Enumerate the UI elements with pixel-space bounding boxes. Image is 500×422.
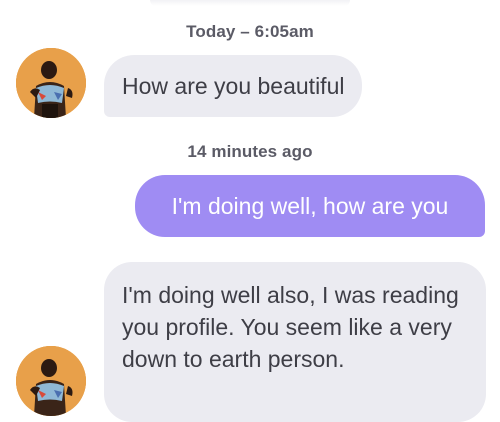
avatar-photo-icon [16, 346, 86, 416]
sender-avatar[interactable] [16, 346, 86, 416]
avatar-photo-icon [16, 48, 86, 118]
incoming-message-bubble[interactable]: I'm doing well also, I was reading you p… [104, 262, 486, 422]
outgoing-message-bubble[interactable]: I'm doing well, how are you [135, 175, 485, 237]
sender-avatar[interactable] [16, 48, 86, 118]
incoming-message-bubble[interactable]: How are you beautiful [104, 55, 363, 117]
message-timestamp: Today – 6:05am [186, 22, 314, 41]
message-timestamp: 14 minutes ago [187, 142, 313, 161]
previous-message-edge [150, 0, 350, 6]
